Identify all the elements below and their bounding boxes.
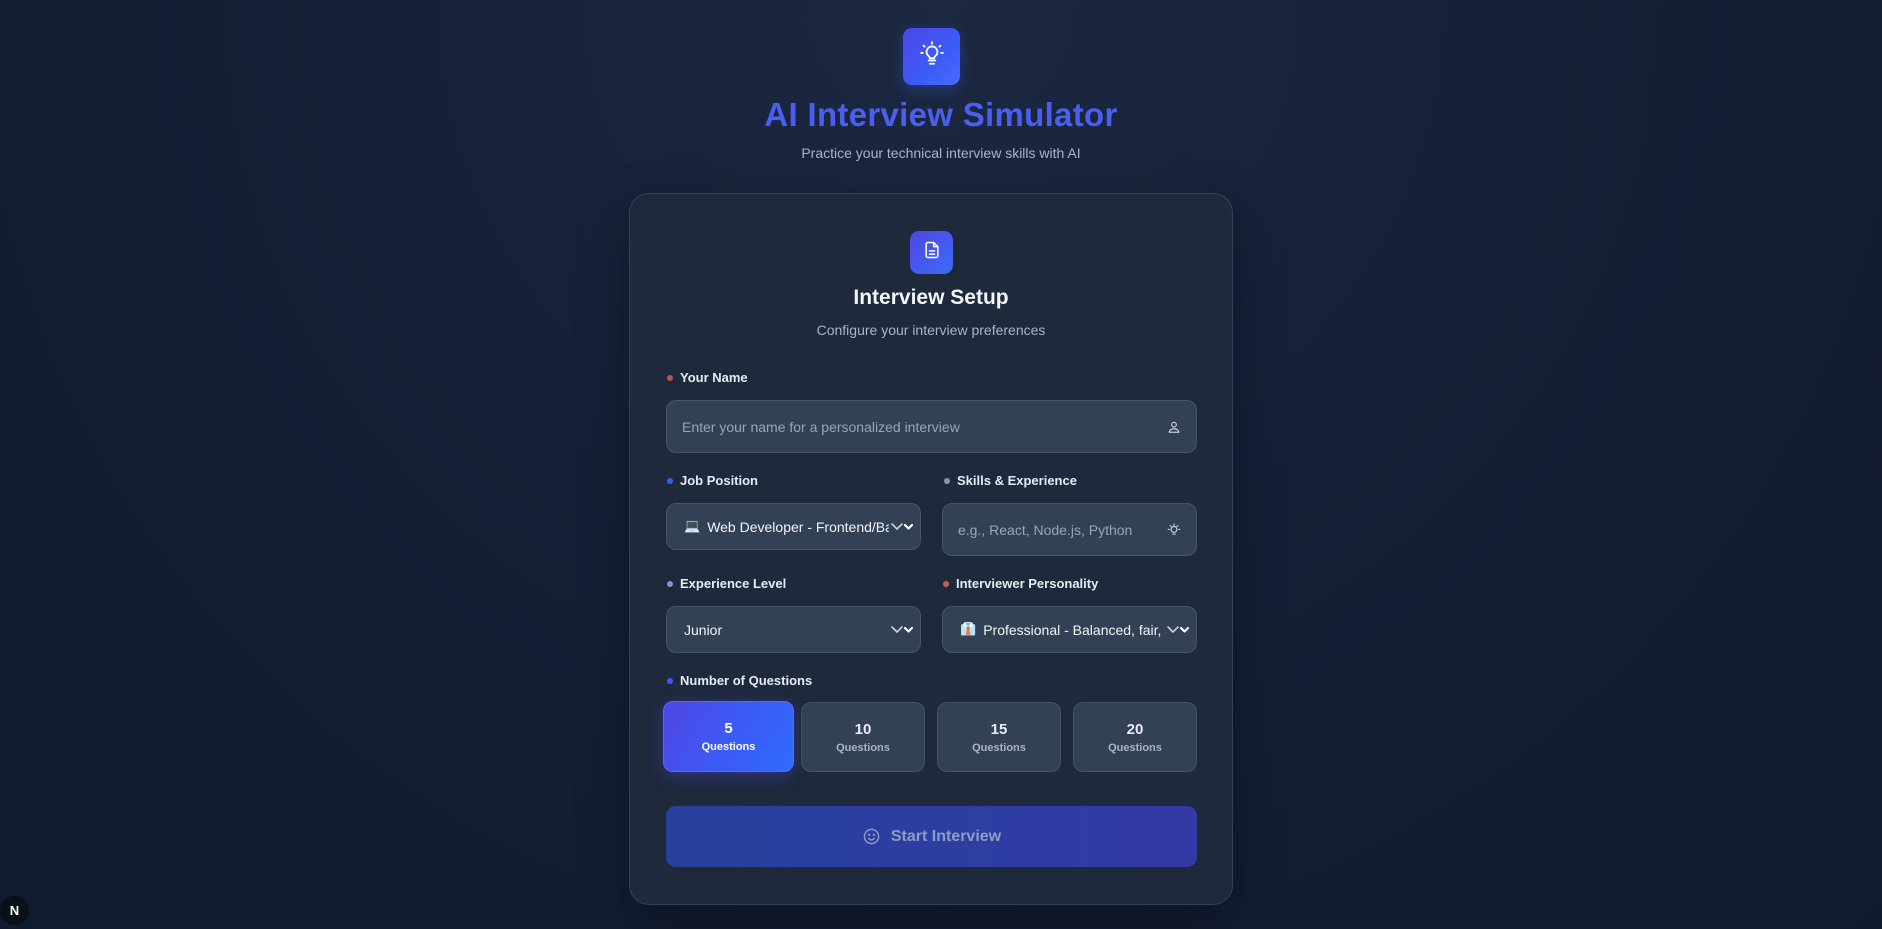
dev-tools-badge[interactable]: N [0,896,29,925]
optional-dot [943,580,949,587]
required-dot [667,677,673,684]
chevron-down-icon [1166,624,1190,636]
start-interview-label: Start Interview [890,827,1002,845]
skills-field[interactable] [942,503,1197,556]
smile-icon [862,827,881,846]
question-count: 5 [724,720,733,737]
lightbulb-icon [919,41,945,72]
personality-label: Interviewer Personality [943,576,1098,591]
personality-select[interactable]: 👔 Professional - Balanced, fair, and tho… [942,606,1197,653]
name-input[interactable] [667,401,1166,452]
app-title: AI Interview Simulator [764,96,1118,133]
question-word: Questions [972,741,1026,754]
question-word: Questions [1108,741,1162,754]
questions-label-text: Number of Questions [680,673,813,688]
experience-select[interactable]: Junior [666,606,921,653]
user-icon [1166,419,1182,435]
required-dot [667,477,673,484]
optional-dot [667,580,673,587]
app-logo [903,28,960,85]
necktie-icon: 👔 [960,622,977,637]
questions-option-10[interactable]: 10 Questions [801,702,925,772]
personality-value: Professional - Balanced, fair, and thoro… [983,621,1166,638]
skills-label-text: Skills & Experience [957,473,1077,488]
setup-title: Interview Setup [853,286,1009,309]
skills-label: Skills & Experience [944,473,1077,488]
required-dot [667,374,673,381]
app-subtitle: Practice your technical interview skills… [801,145,1081,161]
name-label-text: Your Name [680,370,748,385]
start-interview-button[interactable]: Start Interview [666,806,1197,867]
job-position-value: Web Developer - Frontend/Backend [707,518,890,535]
job-position-label-text: Job Position [680,473,758,488]
lightbulb-icon [1166,522,1182,538]
job-position-select[interactable]: 💻 Web Developer - Frontend/Backend [666,503,921,550]
skills-input[interactable] [943,504,1166,555]
questions-option-15[interactable]: 15 Questions [937,702,1061,772]
question-word: Questions [701,741,756,753]
questions-label: Number of Questions [667,673,812,688]
question-count: 10 [854,720,872,738]
setup-card-icon [910,231,953,274]
experience-label: Experience Level [667,576,786,591]
chevron-down-icon [890,521,914,533]
questions-option-20[interactable]: 20 Questions [1073,702,1197,772]
question-count: 15 [990,720,1008,738]
question-count: 20 [1126,720,1144,738]
chevron-down-icon [890,624,914,636]
job-position-label: Job Position [667,473,758,488]
name-label: Your Name [667,370,748,385]
experience-label-text: Experience Level [680,576,787,591]
interview-setup-card: Interview Setup Configure your interview… [629,193,1233,905]
setup-subtitle: Configure your interview preferences [816,322,1046,338]
optional-dot [944,477,950,484]
personality-label-text: Interviewer Personality [956,576,1099,591]
name-field[interactable] [666,400,1197,453]
questions-option-5[interactable]: 5 Questions [663,701,794,772]
laptop-icon: 💻 [684,519,701,534]
question-word: Questions [836,741,890,754]
experience-value: Junior [684,621,723,638]
document-icon [922,240,942,265]
